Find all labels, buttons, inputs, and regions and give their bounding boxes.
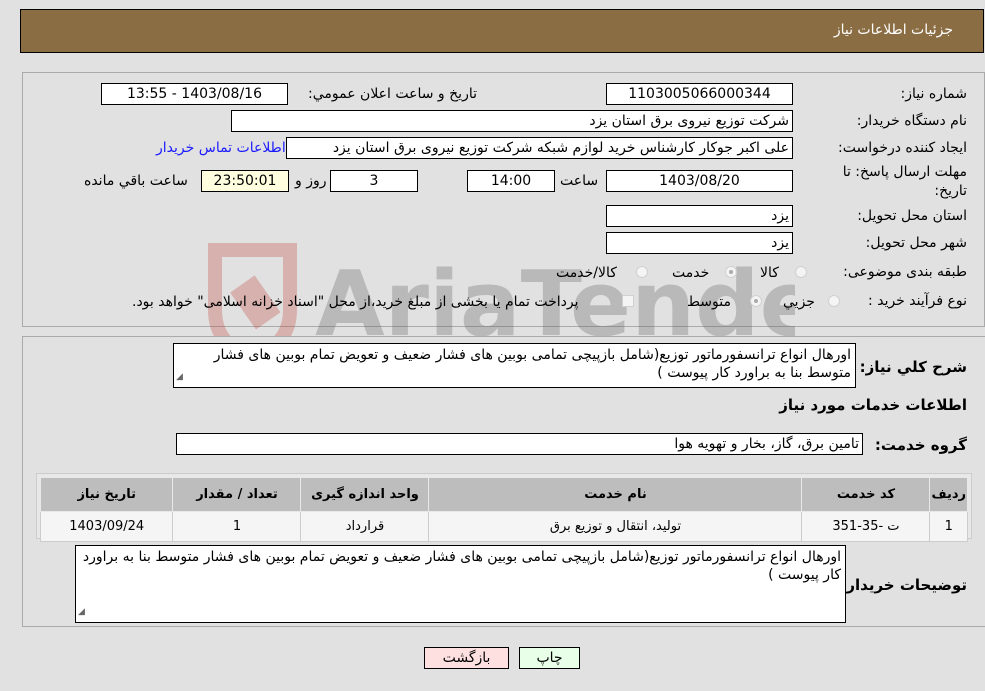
category-option-goods-service: کالا/خدمت (556, 265, 617, 281)
category-option-service: خدمت (672, 265, 710, 281)
col-header-service-code: کد خدمت (801, 477, 931, 512)
category-label: طبقه بندی موضوعی: (843, 264, 967, 280)
purchase-radio-medium[interactable] (750, 295, 762, 307)
page-header: جزئیات اطلاعات نیاز (20, 9, 984, 53)
buyer-notes-label: توضیحات خریدار: (840, 576, 967, 594)
col-header-quantity: تعداد / مقدار (172, 477, 302, 512)
delivery-city-field: یزد (606, 232, 793, 254)
print-button[interactable]: چاپ (519, 647, 580, 669)
purchase-option-minor: جزيي (783, 294, 815, 310)
treasury-note: پرداخت تمام یا بخشی از مبلغ خرید،از محل … (132, 294, 579, 310)
buyer-org-label: نام دستگاه خریدار: (856, 113, 967, 129)
cell-quantity: 1 (172, 511, 302, 542)
requester-field: علی اکبر جوکار کارشناس خرید لوازم شبکه ش… (286, 137, 793, 159)
buyer-notes-text: اورهال انواع ترانسفورماتور توزیع(شامل با… (82, 549, 841, 583)
announce-datetime-label: تاریخ و ساعت اعلان عمومي: (308, 86, 477, 102)
remaining-label: ساعت باقي مانده (84, 173, 188, 189)
buyer-notes-textarea[interactable]: اورهال انواع ترانسفورماتور توزیع(شامل با… (75, 545, 846, 623)
services-section-title: اطلاعات خدمات مورد نیاز (779, 396, 967, 414)
buyer-org-field: شرکت توزیع نیروی برق استان یزد (231, 110, 793, 132)
need-number-label: شماره نیاز: (900, 86, 968, 102)
back-button[interactable]: بازگشت (424, 647, 509, 669)
col-header-row-number: ردیف (929, 477, 968, 512)
need-number-field: 1103005066000344 (606, 83, 793, 105)
cell-row-number: 1 (929, 511, 968, 542)
cell-unit: قرارداد (300, 511, 430, 542)
table-row: 1 ت -35-351 تولید، انتقال و توزیع برق قر… (39, 511, 968, 542)
description-label: شرح کلي نیاز: (859, 358, 967, 376)
category-radio-goods-service[interactable] (636, 266, 648, 278)
service-group-label: گروه خدمت: (874, 436, 967, 454)
category-radio-service[interactable] (725, 266, 737, 278)
purchase-type-label: نوع فرآیند خرید : (868, 293, 967, 309)
treasury-checkbox[interactable] (622, 295, 634, 307)
days-label: روز و (295, 173, 327, 189)
col-header-service-name: نام خدمت (428, 477, 803, 512)
col-header-need-date: تاریخ نیاز (39, 477, 174, 512)
description-text: اورهال انواع ترانسفورماتور توزیع(شامل با… (213, 347, 851, 381)
deadline-time-label: ساعت (560, 173, 599, 189)
delivery-city-label: شهر محل تحویل: (865, 235, 967, 251)
deadline-time-field: 14:00 (467, 170, 555, 192)
requester-label: ایجاد کننده درخواست: (838, 140, 967, 156)
days-remaining-field: 3 (330, 170, 418, 192)
service-group-field: تامین برق، گاز، بخار و تهویه هوا (176, 433, 863, 455)
cell-service-name: تولید، انتقال و توزیع برق (428, 511, 803, 542)
category-radio-goods[interactable] (795, 266, 807, 278)
delivery-province-label: استان محل تحویل: (857, 208, 967, 224)
page-title: جزئیات اطلاعات نیاز (833, 22, 953, 38)
announce-datetime-field: 1403/08/16 - 13:55 (101, 83, 288, 105)
cell-service-code: ت -35-351 (801, 511, 931, 542)
services-table: ردیف کد خدمت نام خدمت واحد اندازه گیری ت… (39, 477, 968, 542)
deadline-date-field: 1403/08/20 (606, 170, 793, 192)
purchase-option-medium: متوسط (687, 294, 731, 310)
resize-grip-icon[interactable]: ◢ (176, 368, 183, 386)
purchase-radio-minor[interactable] (828, 295, 840, 307)
countdown-field: 23:50:01 (201, 170, 289, 192)
table-header-row: ردیف کد خدمت نام خدمت واحد اندازه گیری ت… (39, 477, 968, 512)
col-header-unit: واحد اندازه گیری (300, 477, 430, 512)
category-option-goods: کالا (760, 265, 779, 281)
buyer-contact-link[interactable]: اطلاعات تماس خریدار (156, 140, 286, 156)
delivery-province-field: یزد (606, 205, 793, 227)
deadline-label: مهلت ارسال پاسخ: تا تاریخ: (842, 164, 967, 199)
resize-grip-icon[interactable]: ◢ (78, 603, 85, 621)
description-textarea[interactable]: اورهال انواع ترانسفورماتور توزیع(شامل با… (173, 343, 856, 388)
cell-need-date: 1403/09/24 (39, 511, 174, 542)
